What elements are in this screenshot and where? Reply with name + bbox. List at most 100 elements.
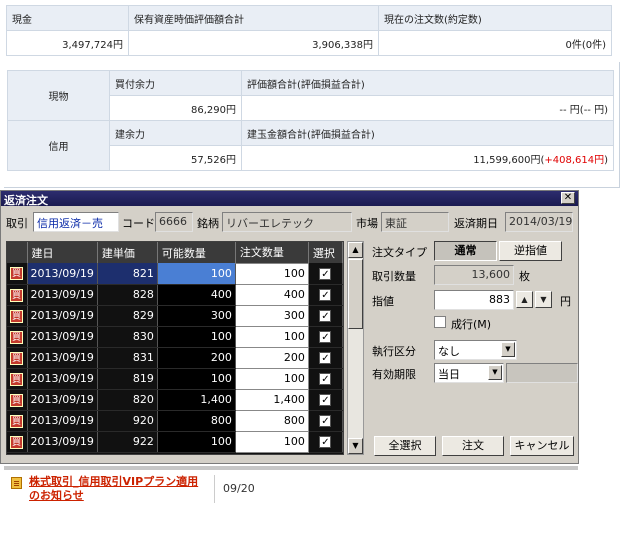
table-row[interactable]: 買 2013/09/19 820 1,400 1,400 ✓ bbox=[7, 388, 343, 411]
grid-qty-input[interactable]: 100 bbox=[234, 367, 309, 390]
order-button[interactable]: 注文 bbox=[442, 436, 504, 456]
grid-select-cell[interactable]: ✓ bbox=[308, 410, 343, 432]
position-pnl: +408,614円 bbox=[544, 154, 605, 166]
qty-field: 13,600 bbox=[434, 265, 514, 285]
buy-mark: 買 bbox=[10, 435, 23, 449]
close-button[interactable]: ✕ bbox=[561, 192, 575, 204]
grid-qty-input[interactable]: 100 bbox=[234, 430, 309, 453]
table-row[interactable]: 買 2013/09/19 821 100 100 ✓ bbox=[7, 262, 343, 285]
grid-select-cell[interactable]: ✓ bbox=[308, 347, 343, 369]
buy-mark: 買 bbox=[10, 372, 23, 386]
meigara-field: リバーエレテック bbox=[222, 212, 352, 232]
shijo-label: 市場 bbox=[356, 217, 378, 230]
select-all-button[interactable]: 全選択 bbox=[374, 436, 436, 456]
buy-icon: 買 bbox=[7, 431, 28, 453]
grid-qty-input[interactable]: 400 bbox=[234, 283, 309, 306]
grid-select-checkbox[interactable]: ✓ bbox=[319, 267, 332, 280]
qty-unit: 枚 bbox=[519, 270, 530, 283]
grid-qty-input[interactable]: 300 bbox=[234, 304, 309, 327]
detail-table: 現物 買付余力 評価額合計(評価損益合計) 86,290円 -- 円(-- 円)… bbox=[7, 70, 614, 171]
price-unit: 円 bbox=[560, 295, 571, 308]
grid-price: 829 bbox=[97, 305, 158, 327]
grid-select-cell[interactable]: ✓ bbox=[308, 284, 343, 306]
grid-select-checkbox[interactable]: ✓ bbox=[319, 331, 332, 343]
table-row[interactable]: 買 2013/09/19 819 100 100 ✓ bbox=[7, 367, 343, 390]
dialog-titlebar[interactable]: 返済注文 ✕ bbox=[1, 191, 578, 207]
buy-mark: 買 bbox=[10, 309, 23, 323]
grid-select-checkbox[interactable]: ✓ bbox=[319, 310, 332, 322]
grid-select-cell[interactable]: ✓ bbox=[308, 431, 343, 453]
position-amount-end: ) bbox=[604, 154, 608, 166]
kigen-label: 返済期日 bbox=[454, 217, 498, 230]
table-row[interactable]: 買 2013/09/19 920 800 800 ✓ bbox=[7, 409, 343, 432]
expiry-select[interactable]: 当日 ▼ bbox=[434, 363, 504, 383]
grid-select-cell[interactable]: ✓ bbox=[308, 263, 343, 285]
table-row[interactable]: 買 2013/09/19 830 100 100 ✓ bbox=[7, 325, 343, 348]
scroll-down-icon[interactable]: ▼ bbox=[348, 438, 363, 454]
grid-select-checkbox[interactable]: ✓ bbox=[319, 436, 332, 448]
table-row[interactable]: 買 2013/09/19 831 200 200 ✓ bbox=[7, 346, 343, 369]
order-type-normal-button[interactable]: 通常 bbox=[434, 241, 497, 261]
grid-avail: 1,400 bbox=[157, 389, 236, 411]
grid-header-date[interactable]: 建日 bbox=[27, 242, 98, 263]
grid-avail: 100 bbox=[157, 263, 236, 285]
price-up-icon[interactable]: ▲ bbox=[516, 291, 533, 308]
market-order-checkbox[interactable] bbox=[434, 316, 446, 328]
grid-header-select[interactable]: 選択 bbox=[308, 242, 343, 263]
grid-select-cell[interactable]: ✓ bbox=[308, 326, 343, 348]
grid-avail: 100 bbox=[157, 431, 236, 453]
grid-qty-input[interactable]: 200 bbox=[234, 346, 309, 369]
table-row[interactable]: 買 2013/09/19 829 300 300 ✓ bbox=[7, 304, 343, 327]
grid-scrollbar[interactable]: ▲ ▼ bbox=[347, 241, 364, 455]
grid-header-qty[interactable]: 注文数量 bbox=[235, 242, 309, 263]
order-count-value: 0件(0件) bbox=[378, 30, 612, 56]
grid-avail: 200 bbox=[157, 347, 236, 369]
grid-date: 2013/09/19 bbox=[27, 263, 98, 285]
grid-avail: 100 bbox=[157, 326, 236, 348]
expiry-dropdown-icon[interactable]: ▼ bbox=[488, 365, 502, 380]
grid-select-cell[interactable]: ✓ bbox=[308, 305, 343, 327]
grid-select-checkbox[interactable]: ✓ bbox=[319, 394, 332, 406]
grid-select-cell[interactable]: ✓ bbox=[308, 389, 343, 411]
genbutsu-label: 現物 bbox=[7, 70, 110, 121]
grid-select-checkbox[interactable]: ✓ bbox=[319, 289, 332, 301]
buy-icon: 買 bbox=[7, 284, 28, 306]
torihiki-field: 信用返済－売 bbox=[33, 212, 119, 232]
margin-power-header: 建余力 bbox=[109, 120, 242, 146]
position-amount-value: 11,599,600円(+408,614円) bbox=[241, 145, 614, 171]
grid-price: 820 bbox=[97, 389, 158, 411]
grid-price: 819 bbox=[97, 368, 158, 390]
shinyo-label: 信用 bbox=[7, 120, 110, 171]
price-input[interactable]: 883 bbox=[434, 290, 514, 310]
grid-qty-input[interactable]: 800 bbox=[234, 409, 309, 432]
grid-qty-input[interactable]: 1,400 bbox=[234, 388, 309, 411]
grid-select-checkbox[interactable]: ✓ bbox=[319, 373, 332, 385]
grid-select-checkbox[interactable]: ✓ bbox=[319, 415, 332, 427]
exec-dropdown-icon[interactable]: ▼ bbox=[501, 342, 515, 357]
news-link[interactable]: 株式取引_信用取引VIPプラン適用のお知らせ bbox=[29, 475, 209, 503]
grid-select-cell[interactable]: ✓ bbox=[308, 368, 343, 390]
position-grid: 建日 建単価 可能数量 注文数量 選択 買 2013/09/19 821 100 100… bbox=[6, 241, 344, 455]
order-type-stop-button[interactable]: 逆指値 bbox=[499, 241, 562, 261]
table-row[interactable]: 買 2013/09/19 922 100 100 ✓ bbox=[7, 430, 343, 453]
grid-header-price[interactable]: 建単価 bbox=[97, 242, 158, 263]
order-type-label: 注文タイプ bbox=[372, 246, 427, 259]
grid-qty-input[interactable]: 100 bbox=[234, 262, 309, 285]
grid-qty-input[interactable]: 100 bbox=[234, 325, 309, 348]
cancel-button[interactable]: キャンセル bbox=[510, 436, 574, 456]
kigen-field: 2014/03/19 bbox=[505, 212, 573, 232]
price-down-icon[interactable]: ▼ bbox=[535, 291, 552, 308]
buy-mark: 買 bbox=[10, 288, 23, 302]
grid-header-avail[interactable]: 可能数量 bbox=[157, 242, 236, 263]
scroll-thumb[interactable] bbox=[348, 259, 363, 329]
market-order-label[interactable]: 成行(M) bbox=[451, 316, 491, 332]
position-amount-main: 11,599,600円( bbox=[473, 154, 545, 166]
table-row[interactable]: 買 2013/09/19 828 400 400 ✓ bbox=[7, 283, 343, 306]
genbutsu-eval-header: 評価額合計(評価損益合計) bbox=[241, 70, 614, 96]
grid-avail: 300 bbox=[157, 305, 236, 327]
dialog-title: 返済注文 bbox=[4, 194, 48, 207]
qty-label: 取引数量 bbox=[372, 270, 416, 283]
scroll-up-icon[interactable]: ▲ bbox=[348, 242, 363, 258]
grid-select-checkbox[interactable]: ✓ bbox=[319, 352, 332, 364]
exec-select[interactable]: なし ▼ bbox=[434, 340, 517, 360]
